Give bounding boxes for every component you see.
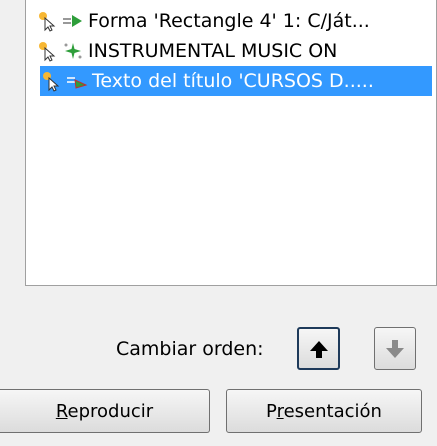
move-down-button[interactable]	[374, 327, 416, 370]
play-button-label: Reproducir	[55, 400, 154, 422]
play-button[interactable]: Reproducir	[0, 389, 210, 433]
arrow-up-icon	[309, 340, 328, 358]
arrow-down-icon	[386, 339, 404, 358]
list-item-label: Forma 'Rectangle 4' 1: C/Ját...	[88, 10, 370, 32]
sparkle-effect-icon	[64, 43, 82, 59]
fly-in-effect-icon	[67, 77, 88, 89]
reorder-label: Cambiar orden:	[116, 338, 264, 360]
slideshow-button-label: Presentación	[266, 400, 382, 422]
list-item-selected[interactable]: Texto del título 'CURSOS D.....	[40, 66, 432, 96]
click-cursor-icon	[39, 42, 56, 62]
arrow-right-effect-icon	[63, 15, 82, 27]
click-cursor-icon	[39, 12, 56, 32]
list-item[interactable]: INSTRUMENTAL MUSIC ON	[36, 36, 431, 66]
list-item-label: Texto del título 'CURSOS D.....	[92, 70, 374, 92]
click-cursor-icon	[43, 72, 60, 92]
move-up-button[interactable]	[297, 327, 340, 370]
animation-list[interactable]: Forma 'Rectangle 4' 1: C/Ját... INSTRUME…	[25, 0, 437, 286]
slideshow-button[interactable]: Presentación	[226, 389, 422, 433]
list-item-label: INSTRUMENTAL MUSIC ON	[88, 40, 338, 62]
list-item[interactable]: Forma 'Rectangle 4' 1: C/Ját...	[36, 6, 431, 36]
